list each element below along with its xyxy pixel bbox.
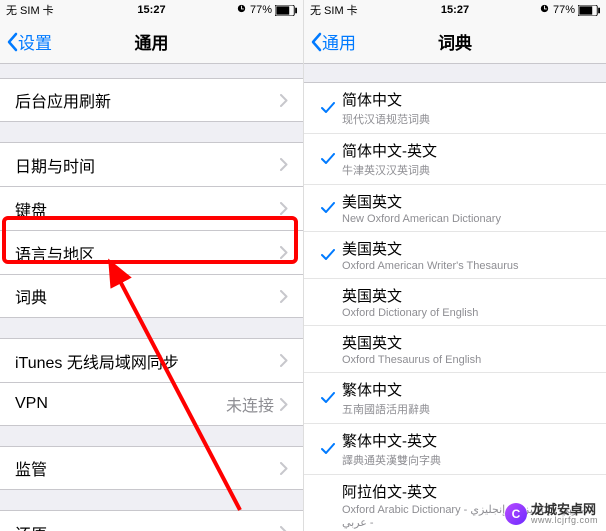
dictionary-item-subtitle: Oxford Thesaurus of English <box>342 354 591 366</box>
chevron-right-icon <box>280 202 288 215</box>
cell-label: 键盘 <box>15 197 280 221</box>
watermark-logo-icon: C <box>505 503 527 525</box>
carrier-text: 无 SIM 卡 <box>310 2 358 18</box>
dictionary-item-subtitle: New Oxford American Dictionary <box>342 213 591 225</box>
chevron-right-icon <box>280 158 288 171</box>
nav-title: 词典 <box>438 29 472 54</box>
cell-label: VPN <box>15 395 226 413</box>
cell-label: iTunes 无线局域网同步 <box>15 349 280 373</box>
dictionary-item[interactable]: 繁体中文五南國語活用辭典 <box>304 373 606 424</box>
dictionary-item-title: 美国英文 <box>342 191 591 212</box>
chevron-right-icon <box>280 526 288 531</box>
check-icon <box>314 202 342 214</box>
nav-title: 通用 <box>135 29 169 54</box>
cell-label: 语言与地区 <box>15 241 280 265</box>
cell-itunes-wifi-sync[interactable]: iTunes 无线局域网同步 <box>0 338 303 382</box>
cell-reset[interactable]: 还原 <box>0 510 303 531</box>
cell-language-region[interactable]: 语言与地区 <box>0 230 303 274</box>
dictionary-item[interactable]: 英国英文Oxford Dictionary of English <box>304 279 606 326</box>
chevron-right-icon <box>280 354 288 367</box>
group-profiles: 监管 <box>0 446 303 490</box>
dictionary-item[interactable]: 繁体中文-英文譯典通英漢雙向字典 <box>304 424 606 475</box>
back-button[interactable]: 设置 <box>0 29 52 54</box>
check-icon <box>314 153 342 165</box>
back-label: 通用 <box>322 29 356 54</box>
dictionary-item-subtitle: Oxford American Writer's Thesaurus <box>342 260 591 272</box>
status-time: 15:27 <box>441 4 469 16</box>
group-bg: 后台应用刷新 <box>0 78 303 122</box>
alarm-icon <box>236 3 247 17</box>
dictionary-item-title: 繁体中文-英文 <box>342 430 591 451</box>
carrier-text: 无 SIM 卡 <box>6 2 54 18</box>
dictionary-item[interactable]: 简体中文现代汉语规范词典 <box>304 83 606 134</box>
dictionary-item-title: 阿拉伯文-英文 <box>342 481 591 502</box>
back-label: 设置 <box>18 29 52 54</box>
cell-keyboard[interactable]: 键盘 <box>0 186 303 230</box>
check-icon <box>314 249 342 261</box>
dictionary-item-title: 简体中文-英文 <box>342 140 591 161</box>
cell-profiles[interactable]: 监管 <box>0 446 303 490</box>
check-icon <box>314 392 342 404</box>
chevron-left-icon <box>6 32 18 52</box>
chevron-right-icon <box>280 290 288 303</box>
dictionary-item-title: 英国英文 <box>342 332 591 353</box>
battery-icon <box>578 5 600 16</box>
cell-label: 后台应用刷新 <box>15 88 280 112</box>
chevron-right-icon <box>280 246 288 259</box>
battery-icon <box>275 5 297 16</box>
cell-label: 日期与时间 <box>15 153 280 177</box>
chevron-right-icon <box>280 94 288 107</box>
dictionary-item-title: 英国英文 <box>342 285 591 306</box>
nav-bar: 通用 词典 <box>304 20 606 64</box>
watermark: C 龙城安卓网 www.lcjrfg.com <box>505 503 598 525</box>
screen-general: 无 SIM 卡 15:27 77% 设置 通用 <box>0 0 303 531</box>
dictionary-item-title: 简体中文 <box>342 89 591 110</box>
dictionary-list: 简体中文现代汉语规范词典简体中文-英文牛津英汉汉英词典美国英文New Oxfor… <box>304 82 606 531</box>
cell-label: 监管 <box>15 456 280 480</box>
alarm-icon <box>539 3 550 17</box>
dictionary-item-subtitle: Oxford Dictionary of English <box>342 307 591 319</box>
group-localization: 日期与时间 键盘 语言与地区 词典 <box>0 142 303 318</box>
group-network: iTunes 无线局域网同步 VPN 未连接 <box>0 338 303 426</box>
status-bar: 无 SIM 卡 15:27 77% <box>0 0 303 20</box>
chevron-right-icon <box>280 462 288 475</box>
cell-vpn[interactable]: VPN 未连接 <box>0 382 303 426</box>
cell-bg-refresh[interactable]: 后台应用刷新 <box>0 78 303 122</box>
dictionary-item[interactable]: 简体中文-英文牛津英汉汉英词典 <box>304 134 606 185</box>
check-icon <box>314 443 342 455</box>
battery-pct: 77% <box>250 4 272 16</box>
chevron-right-icon <box>280 398 288 411</box>
dictionary-item-subtitle: 现代汉语规范词典 <box>342 111 591 127</box>
dictionary-item-subtitle: 五南國語活用辭典 <box>342 401 591 417</box>
dictionary-item-title: 繁体中文 <box>342 379 591 400</box>
back-button[interactable]: 通用 <box>304 29 356 54</box>
watermark-url: www.lcjrfg.com <box>531 516 598 525</box>
cell-dictionary[interactable]: 词典 <box>0 274 303 318</box>
nav-bar: 设置 通用 <box>0 20 303 64</box>
chevron-left-icon <box>310 32 322 52</box>
cell-label: 词典 <box>15 284 280 308</box>
dictionary-item[interactable]: 美国英文New Oxford American Dictionary <box>304 185 606 232</box>
screen-dictionary: 无 SIM 卡 15:27 77% 通用 词典 简体中文现代汉语规范词典简体中文… <box>303 0 606 531</box>
dictionary-item-title: 美国英文 <box>342 238 591 259</box>
dictionary-item-subtitle: 牛津英汉汉英词典 <box>342 162 591 178</box>
group-reset: 还原 关机 <box>0 510 303 531</box>
dictionary-item[interactable]: 英国英文Oxford Thesaurus of English <box>304 326 606 373</box>
check-icon <box>314 102 342 114</box>
status-time: 15:27 <box>137 4 165 16</box>
dictionary-item-subtitle: 譯典通英漢雙向字典 <box>342 452 591 468</box>
battery-pct: 77% <box>553 4 575 16</box>
cell-label: 还原 <box>15 521 280 531</box>
cell-value: 未连接 <box>226 392 274 416</box>
cell-date-time[interactable]: 日期与时间 <box>0 142 303 186</box>
dictionary-item[interactable]: 美国英文Oxford American Writer's Thesaurus <box>304 232 606 279</box>
status-bar: 无 SIM 卡 15:27 77% <box>304 0 606 20</box>
